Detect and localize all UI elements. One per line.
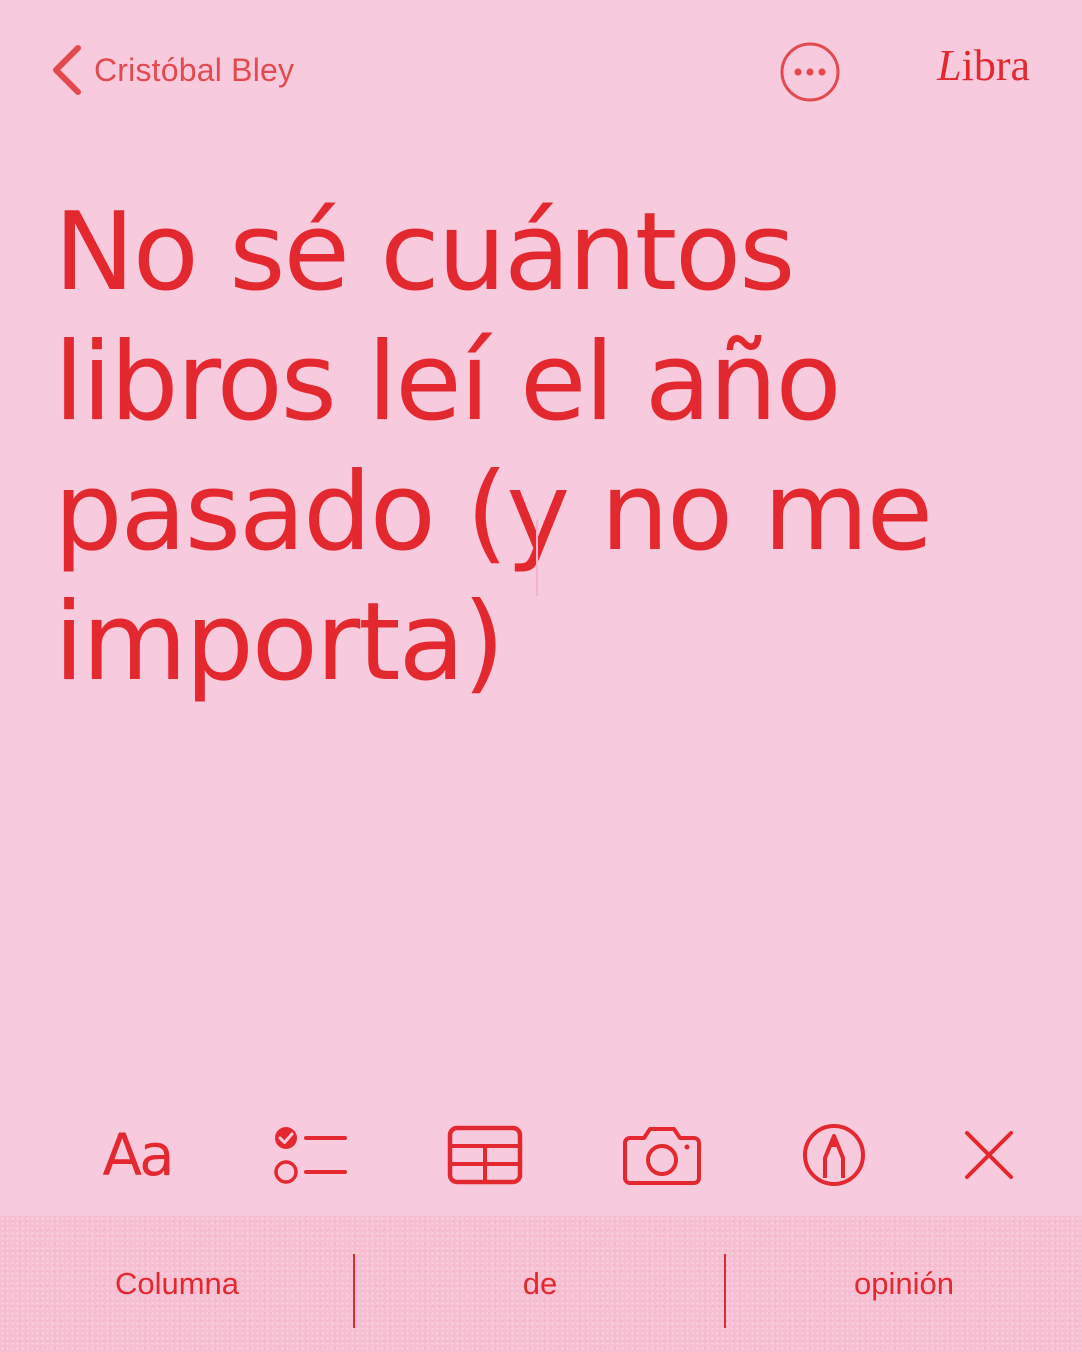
text-format-icon: Aa <box>102 1121 174 1189</box>
back-label: Cristóbal Bley <box>94 51 295 88</box>
brand-logo: Libra <box>937 40 1030 91</box>
markup-pen-icon <box>803 1124 865 1186</box>
text-caret <box>536 520 538 596</box>
footer-item-columna: Columna <box>114 1266 240 1301</box>
checklist-button[interactable] <box>268 1110 350 1200</box>
back-button[interactable]: Cristóbal Bley <box>46 42 294 98</box>
footer-bar: Columna de opinión <box>0 1216 1082 1352</box>
markup-button[interactable] <box>798 1110 870 1200</box>
brand-initial: L <box>937 41 962 90</box>
table-button[interactable] <box>444 1110 526 1200</box>
ellipsis-circle-icon <box>780 42 840 102</box>
brand-rest: ibra <box>961 41 1030 90</box>
editor-toolbar: Aa <box>0 1110 1082 1200</box>
close-icon <box>965 1131 1013 1179</box>
chevron-left-icon <box>53 45 81 95</box>
note-title: No sé cuántos libros leí el año pasado (… <box>54 190 933 705</box>
more-options-button[interactable] <box>779 41 841 103</box>
footer-item-opinion: opinión <box>854 1266 954 1301</box>
footer-item-de: de <box>522 1266 558 1301</box>
camera-button[interactable] <box>620 1110 704 1200</box>
navigation-bar: Cristóbal Bley Libra <box>0 0 1082 140</box>
close-button[interactable] <box>956 1110 1022 1200</box>
table-icon <box>447 1125 523 1185</box>
note-body[interactable]: No sé cuántos libros leí el año pasado (… <box>54 188 1014 1068</box>
footer-divider <box>353 1254 355 1328</box>
camera-icon <box>623 1127 701 1185</box>
text-format-button[interactable]: Aa <box>92 1110 182 1200</box>
checklist-icon <box>274 1127 347 1184</box>
